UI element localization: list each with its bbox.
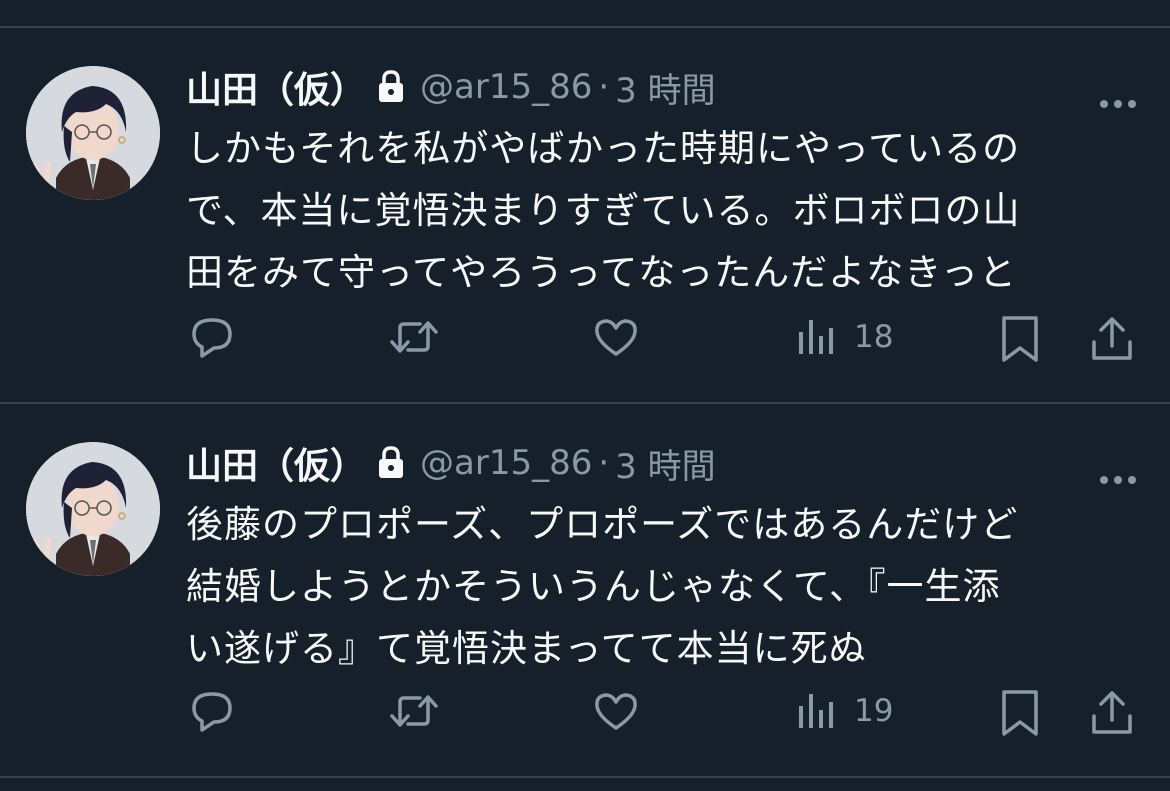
timestamp[interactable]: 3 時間 xyxy=(615,439,715,488)
reply-button[interactable] xyxy=(188,688,236,734)
timeline: 山田（仮） @ar15_86 · 3 時間 しかもそれを私がやばかった時期にやっ… xyxy=(0,0,1170,791)
views-button[interactable]: 19 xyxy=(796,688,893,734)
reply-icon xyxy=(192,692,232,732)
reply-button[interactable] xyxy=(188,314,236,360)
lock-icon xyxy=(376,445,406,481)
views-button[interactable]: 18 xyxy=(796,314,893,360)
tweet-body: 山田（仮） @ar15_86 · 3 時間 後藤のプロポーズ、プロポーズではある… xyxy=(186,440,1126,680)
author-handle[interactable]: @ar15_86 xyxy=(420,67,592,107)
reply-icon xyxy=(192,318,232,358)
tweet-header: 山田（仮） @ar15_86 · 3 時間 xyxy=(186,61,1126,113)
share-button[interactable] xyxy=(1088,314,1136,364)
views-count: 19 xyxy=(854,693,894,729)
retweet-icon xyxy=(390,695,438,727)
more-icon[interactable] xyxy=(1096,94,1140,114)
bookmark-button[interactable] xyxy=(998,314,1042,364)
tweet-actions: 19 xyxy=(0,688,1170,738)
views-count: 18 xyxy=(854,319,894,355)
bookmark-icon xyxy=(1002,316,1038,362)
tweet-text-line: しかもそれを私がやばかった時期にやっているの xyxy=(186,127,1021,170)
like-button[interactable] xyxy=(592,314,640,360)
share-icon xyxy=(1092,317,1132,360)
separator-dot: · xyxy=(598,443,610,483)
retweet-button[interactable] xyxy=(388,688,440,734)
views-icon xyxy=(799,320,833,354)
tweet-text: 後藤のプロポーズ、プロポーズではあるんだけど 結婚しようとかそういうんじゃなくて… xyxy=(186,494,1126,680)
tweet-header: 山田（仮） @ar15_86 · 3 時間 xyxy=(186,437,1126,489)
retweet-icon xyxy=(390,321,438,353)
tweet-text-line: 後藤のプロポーズ、プロポーズではあるんだけど xyxy=(186,503,1019,546)
tweet-text-line: 田をみて守ってやろうってなったんだよなきっと xyxy=(186,251,1017,294)
tweet-body: 山田（仮） @ar15_86 · 3 時間 しかもそれを私がやばかった時期にやっ… xyxy=(186,64,1126,304)
author-name[interactable]: 山田（仮） xyxy=(186,437,366,489)
tweet-text-line: 結婚しようとかそういうんじゃなくて、『一生添 xyxy=(186,565,1001,608)
tweet-1[interactable]: 山田（仮） @ar15_86 · 3 時間 しかもそれを私がやばかった時期にやっ… xyxy=(0,28,1170,402)
separator-dot: · xyxy=(598,67,610,107)
timestamp[interactable]: 3 時間 xyxy=(615,63,715,112)
avatar[interactable] xyxy=(26,66,160,200)
share-button[interactable] xyxy=(1088,688,1136,738)
avatar-image xyxy=(26,442,160,576)
author-name[interactable]: 山田（仮） xyxy=(186,61,366,113)
avatar-image xyxy=(26,66,160,200)
tweet-actions: 18 xyxy=(0,314,1170,364)
retweet-button[interactable] xyxy=(388,314,440,360)
author-handle[interactable]: @ar15_86 xyxy=(420,443,592,483)
tweet-text: しかもそれを私がやばかった時期にやっているの で、本当に覚悟決まりすぎている。ボ… xyxy=(186,118,1126,304)
like-icon xyxy=(595,693,637,730)
tweet-text-line: で、本当に覚悟決まりすぎている。ボロボロの山 xyxy=(186,189,1021,232)
more-icon[interactable] xyxy=(1096,470,1140,490)
like-icon xyxy=(595,319,637,356)
avatar[interactable] xyxy=(26,442,160,576)
divider xyxy=(0,776,1170,778)
lock-icon xyxy=(376,69,406,105)
views-icon xyxy=(799,694,833,728)
bookmark-button[interactable] xyxy=(998,688,1042,738)
bookmark-icon xyxy=(1002,690,1038,736)
like-button[interactable] xyxy=(592,688,640,734)
tweet-text-line: い遂げる』て覚悟決まってて本当に死ぬ xyxy=(186,627,867,670)
tweet-2[interactable]: 山田（仮） @ar15_86 · 3 時間 後藤のプロポーズ、プロポーズではある… xyxy=(0,404,1170,776)
share-icon xyxy=(1092,691,1132,734)
